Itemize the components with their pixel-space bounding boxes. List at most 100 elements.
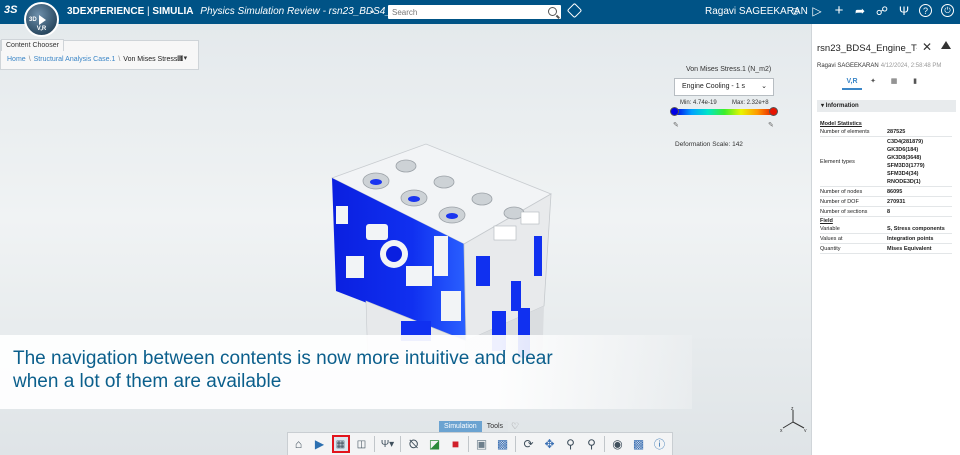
legend-max-label: Max: 2.32e+8 (732, 100, 769, 106)
table-row: Number of sections 8 (820, 207, 952, 217)
user-icon[interactable]: ☺ (788, 4, 802, 18)
zoom-icon[interactable]: ⚲ (583, 435, 601, 453)
pan-icon[interactable]: ✥ (541, 435, 559, 453)
field-value: S, Stress components (887, 225, 945, 232)
search-icon[interactable] (548, 7, 557, 16)
info-panel: rsn23_BDS4_Engine_T-... ✕ Ragavi SAGEEKA… (811, 24, 960, 455)
svg-text:x: x (780, 428, 783, 432)
toolbar-divider (468, 436, 469, 452)
content-chooser-heading: Content Chooser (1, 39, 64, 51)
favorite-icon[interactable]: ♡ (511, 421, 519, 432)
top-bar: 3S 3D V,R 3DEXPERIENCE | SIMULIA Physics… (0, 0, 960, 37)
edit-min-icon[interactable]: ✎ (673, 121, 679, 129)
3d-viewport[interactable]: Content Chooser Home \ Structural Analysis… (0, 24, 811, 455)
stat-key: Number of nodes (820, 188, 863, 195)
share-icon[interactable]: ➦ (853, 4, 867, 18)
ds-logo[interactable]: 3S (4, 4, 17, 16)
table-row: Quantity Mises Equivalent (820, 244, 952, 254)
table-icon[interactable]: ▦ (884, 76, 904, 90)
network-icon[interactable]: ☍ (875, 4, 889, 18)
svg-text:y: y (804, 428, 807, 432)
chevron-down-icon: ▾ (821, 103, 825, 109)
add-icon[interactable]: + (832, 3, 846, 18)
section-icon[interactable]: ⦰ (405, 435, 423, 453)
step-dropdown-value: Engine Cooling - 1 s (682, 83, 746, 90)
toolbar-divider (400, 436, 401, 452)
engine-block-model[interactable] (306, 116, 586, 366)
breadcrumb: Home \ Structural Analysis Case.1 \ Von Mise… (7, 56, 184, 63)
cube-view-icon[interactable]: ▩ (630, 435, 648, 453)
toolbar-divider (604, 436, 605, 452)
legend-color-bar (675, 109, 774, 115)
help-icon[interactable]: ? (919, 4, 932, 17)
play-icon[interactable]: ▶ (311, 435, 329, 453)
content-chooser: Content Chooser Home \ Structural Analysis… (0, 39, 199, 70)
power-icon[interactable]: ⏻ (941, 4, 954, 17)
tab-simulation[interactable]: Simulation (439, 421, 482, 432)
stat-value: 287525 (887, 128, 906, 135)
zoom-area-icon[interactable]: ⚲ (562, 435, 580, 453)
axis-triad-icon[interactable]: z y x (780, 406, 808, 432)
stat-value: 8 (887, 208, 891, 215)
breadcrumb-current: Von Mises Stress.1 (123, 56, 184, 63)
mesh-icon[interactable]: ▣ (473, 435, 491, 453)
legend-max-handle[interactable] (769, 107, 778, 116)
compass-version: V,R (36, 26, 47, 32)
search-input[interactable] (388, 5, 538, 19)
table-row: Number of nodes 86095 (820, 187, 952, 197)
stat-value: 86095 (887, 188, 903, 195)
stat-key: Number of sections (820, 208, 868, 215)
toolbar-divider (374, 436, 375, 452)
brand-prefix: 3DEXPERIENCE (67, 6, 145, 17)
color-icon[interactable]: ■ (447, 435, 465, 453)
action-bar-tabs: Simulation Tools ♡ (439, 421, 519, 432)
chevron-down-icon: ⌄ (761, 83, 767, 90)
tab-tools[interactable]: Tools (481, 421, 509, 432)
stat-key: Element types (820, 158, 855, 165)
table-row: Element types C3D4(281879) GK3D6(184) GK… (820, 137, 952, 187)
stat-value: 270931 (887, 198, 906, 205)
stat-key: Number of DOF (820, 198, 859, 205)
field-key: Variable (820, 225, 840, 232)
view-icon[interactable]: ◉ (609, 435, 627, 453)
field-value: Integration points (887, 235, 934, 242)
content-chooser-tool[interactable]: ▦ (331, 435, 350, 453)
tab-version[interactable]: V,R (842, 76, 862, 90)
caption-banner: The navigation between contents is now m… (0, 335, 692, 409)
field-value: Mises Equivalent (887, 245, 932, 252)
contour-icon[interactable]: ◪ (426, 435, 444, 453)
tools-icon[interactable]: Ψ (897, 4, 911, 18)
comment-icon[interactable]: ▮ (905, 76, 925, 90)
compass-3d-label: 3D (29, 17, 37, 23)
information-section-header[interactable]: ▾ Information (817, 100, 956, 112)
capture-icon[interactable]: ◫ (353, 435, 371, 453)
close-icon[interactable]: ✕ (922, 40, 932, 54)
sensor-icon[interactable]: ▩ (494, 435, 512, 453)
stat-key: Number of elements (820, 128, 870, 135)
deformation-scale: Deformation Scale: 142 (675, 141, 743, 148)
chevron-down-icon[interactable]: ⌄ (368, 5, 376, 16)
stat-value: C3D4(281879) GK3D6(184) GK3D8(3648) SFM3… (887, 138, 925, 185)
chooser-layout-dropdown[interactable]: ▦▾ (177, 54, 195, 64)
panel-date: 4/12/2024, 2:58:48 PM (880, 63, 942, 69)
edit-max-icon[interactable]: ✎ (768, 121, 774, 129)
breadcrumb-home[interactable]: Home (7, 56, 26, 63)
table-row: Values at Integration points (820, 234, 952, 244)
collapse-icon[interactable] (941, 41, 951, 49)
activity-icon[interactable]: ▷ (810, 4, 824, 18)
toolbar-divider (515, 436, 516, 452)
function-icon[interactable]: Ψ▾ (379, 435, 397, 453)
panel-tabs: V,R ✦ ▦ ▮ (842, 76, 926, 90)
home-icon[interactable]: ⌂ (290, 435, 308, 453)
breadcrumb-structural-analysis[interactable]: Structural Analysis Case.1 (34, 56, 116, 63)
tag-icon[interactable] (566, 2, 583, 19)
information-content: Model Statistics Number of elements 2875… (820, 120, 952, 254)
panel-owner-line: Ragavi SAGEEKARAN 4/12/2024, 2:58:48 PM (817, 63, 941, 69)
compass-button[interactable]: 3D V,R (24, 2, 59, 37)
rotate-icon[interactable]: ⟳ (520, 435, 538, 453)
legend-min-handle[interactable] (670, 107, 679, 116)
info-icon[interactable]: ⓘ (651, 435, 669, 453)
step-dropdown[interactable]: Engine Cooling - 1 s ⌄ (674, 78, 774, 96)
field-key: Values at (820, 235, 843, 242)
links-icon[interactable]: ✦ (863, 76, 883, 90)
